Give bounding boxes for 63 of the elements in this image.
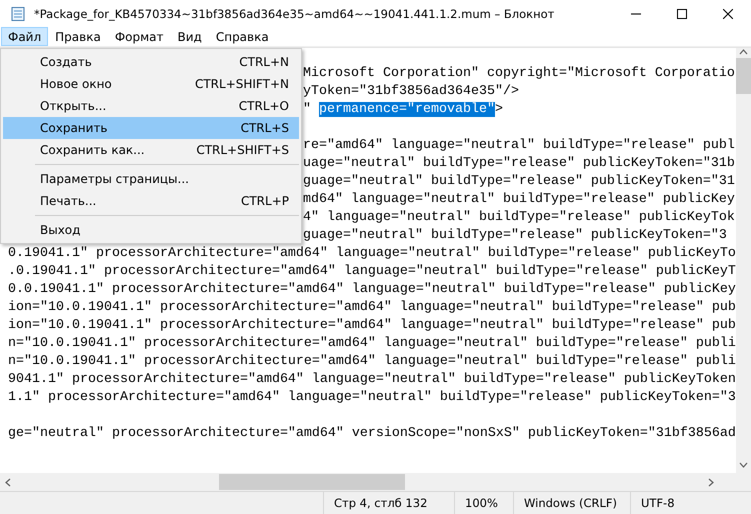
text-line: guage="neutral" buildType="release" publicKeyToken="3: [303, 228, 727, 243]
text-line: .0.19041.1" processorArchitecture="amd64" language="neutral" buildType="release" publicKeyT: [8, 264, 736, 279]
menu-item-label: Сохранить как...: [40, 143, 146, 157]
menu-item-label: Сохранить: [40, 121, 108, 135]
text-line: n="10.0.19041.1" processorArchitecture="amd64" language="neutral" buildType="release" publi: [8, 354, 736, 369]
text-line: 4" language="neutral" buildType="release" publicKeyTok: [303, 210, 735, 225]
notepad-icon: [10, 6, 26, 22]
menu-item-label: Новое окно: [40, 77, 113, 91]
close-icon: [723, 8, 733, 18]
menu-item[interactable]: Выход: [3, 219, 299, 241]
window-title: *Package_for_KB4570334~31bf3856ad364e35~amd64~~19041.441.1.2.mum – Блокнот: [34, 6, 556, 20]
menu-bar-item[interactable]: Справка: [208, 27, 276, 46]
text-line: 9041.1" processorArchitecture="amd64" language="neutral" buildType="release" publicKeyToken: [8, 372, 736, 387]
menu-bar-item[interactable]: Правка: [48, 27, 108, 46]
shortcut-label: CTRL+N: [239, 55, 289, 69]
text-line: Microsoft Corporation" copyright="Microsoft Corporatio: [303, 66, 735, 81]
menu-item[interactable]: Сохранить CTRL+S: [3, 117, 299, 139]
text-line: ge="neutral" processorArchitecture="amd64" versionScope="nonSxS" publicKeyToken="31bf3856ad: [8, 426, 736, 441]
menu-item-label: Открыть...: [40, 99, 108, 113]
text-line: ": [303, 102, 312, 117]
text-line: 0.19041.1" processorArchitecture="amd64" language="neutral" buildType="release" publicKeyTo: [8, 246, 736, 261]
menu-item[interactable]: Открыть... CTRL+O: [3, 95, 299, 117]
menu-item-label: Создать: [40, 55, 93, 69]
status-text: 100%: [454, 492, 513, 514]
menu-item[interactable]: Новое окно CTRL+SHIFT+N: [3, 73, 299, 95]
menu-item[interactable]: Печать... CTRL+P: [3, 190, 299, 212]
shortcut-label: CTRL+P: [240, 194, 289, 208]
status-text: Стр 4, стлб 132: [323, 492, 454, 514]
menu-item[interactable]: Параметры страницы...: [3, 168, 299, 190]
menu-item[interactable]: Создать CTRL+N: [3, 51, 299, 73]
status-text: UTF-8: [630, 492, 731, 514]
text-line: re="amd64" language="neutral" buildType="release" publ: [303, 138, 735, 153]
scroll-left-icon[interactable]: [4, 478, 13, 486]
text-line: yToken="31bf3856ad364e35"/>: [303, 84, 519, 99]
status-text: Windows (CRLF): [513, 492, 630, 514]
menu-bar-item[interactable]: Файл: [1, 27, 48, 46]
shortcut-label: CTRL+O: [238, 99, 289, 113]
menu-item-label: Параметры страницы...: [40, 172, 190, 186]
shortcut-label: CTRL+SHIFT+S: [196, 143, 289, 157]
text-line: guage="neutral" buildType="release" publicKeyToken="31: [303, 174, 735, 189]
menu-item-label: Печать...: [40, 194, 98, 208]
shortcut-label: CTRL+SHIFT+N: [194, 77, 289, 91]
menu-bar-item[interactable]: Вид: [170, 27, 209, 46]
menu-bar-item[interactable]: Формат: [108, 27, 171, 46]
text-line: >: [494, 102, 503, 117]
scroll-up-icon[interactable]: [738, 48, 748, 57]
vertical-scrollbar[interactable]: [736, 48, 751, 491]
menu-item[interactable]: Сохранить как... CTRL+SHIFT+S: [3, 139, 299, 161]
text-line: ion="10.0.19041.1" processorArchitecture="amd64" language="neutral" buildType="release" pub: [8, 300, 736, 315]
maximize-icon: [677, 8, 687, 18]
menu-item-label: Выход: [40, 223, 82, 237]
text-line: ion="10.0.19041.1" processorArchitecture="amd64" language="neutral" buildType="release" pub: [8, 318, 736, 333]
text-line: 0.0.19041.1" processorArchitecture="amd64" language="neutral" buildType="release" publicKey: [8, 282, 736, 297]
text-line: uage="neutral" buildType="release" publicKeyToken="31b: [303, 156, 735, 171]
text-line: n="10.0.19041.1" processorArchitecture="amd64" language="neutral" buildType="release" publi: [8, 336, 736, 351]
text-line: md64" language="neutral" buildType="release" publicKey: [303, 192, 735, 207]
selected-text: permanence="removable": [319, 102, 495, 117]
scroll-down-icon[interactable]: [738, 460, 748, 469]
horizontal-scrollbar[interactable]: [0, 473, 719, 491]
text-line: 1.1" processorArchitecture="amd64" language="neutral" buildType="release" publicKeyToken="3: [8, 390, 736, 405]
scrollbar-thumb[interactable]: [736, 58, 751, 94]
scrollbar-thumb[interactable]: [219, 474, 405, 490]
shortcut-label: CTRL+S: [240, 121, 289, 135]
